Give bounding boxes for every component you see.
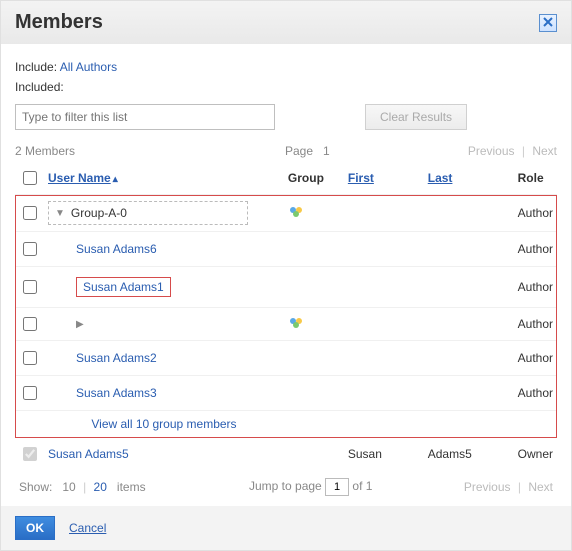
show-label: Show: xyxy=(19,480,52,494)
col-role: Role xyxy=(514,162,557,195)
col-user-name-link[interactable]: User Name xyxy=(48,171,111,185)
dialog-content: Include: All Authors Included: Clear Res… xyxy=(1,44,571,506)
role-cell: Author xyxy=(514,308,557,341)
first-cell: Susan xyxy=(344,438,424,471)
row-checkbox[interactable] xyxy=(23,206,37,220)
pager-previous-bottom: Previous xyxy=(464,480,511,494)
row-checkbox[interactable] xyxy=(23,386,37,400)
pager-sep: | xyxy=(522,144,525,158)
group-icon xyxy=(288,208,304,222)
table-row: ▼ Group-A-0 Author xyxy=(15,195,557,232)
include-line: Include: All Authors xyxy=(15,60,557,74)
role-cell: Author xyxy=(514,376,557,411)
page-value: 1 xyxy=(323,144,330,158)
table-row: View all 10 group members xyxy=(15,411,557,438)
close-icon xyxy=(543,16,553,30)
items-label: items xyxy=(117,480,146,494)
row-checkbox[interactable] xyxy=(23,351,37,365)
meta-row: 2 Members Page 1 Previous | Next xyxy=(15,144,557,158)
clear-results-button: Clear Results xyxy=(365,104,467,130)
table-row: Susan Adams3 Author xyxy=(15,376,557,411)
row-checkbox[interactable] xyxy=(23,280,37,294)
included-line: Included: xyxy=(15,80,557,94)
member-count: 2 Members xyxy=(15,144,285,158)
page-size-20[interactable]: 20 xyxy=(94,480,107,494)
filter-row: Clear Results xyxy=(15,104,557,130)
row-checkbox[interactable] xyxy=(23,242,37,256)
role-cell: Author xyxy=(514,267,557,308)
member-link[interactable]: Susan Adams2 xyxy=(76,351,157,365)
pager-next-top: Next xyxy=(532,144,557,158)
group-name: Group-A-0 xyxy=(71,206,127,220)
collapsed-group-row[interactable]: ▶ xyxy=(48,315,248,334)
col-first[interactable]: First xyxy=(344,162,424,195)
select-all-header xyxy=(15,162,44,195)
pager-previous-top: Previous xyxy=(468,144,515,158)
page-size-10[interactable]: 10 xyxy=(62,480,75,494)
expand-down-icon[interactable]: ▼ xyxy=(55,208,65,219)
row-checkbox xyxy=(23,447,37,461)
members-dialog: Members Include: All Authors Included: C… xyxy=(0,0,572,551)
row-checkbox[interactable] xyxy=(23,317,37,331)
pager-next-bottom: Next xyxy=(528,480,553,494)
jump-of: of 1 xyxy=(352,479,372,493)
jump-page-input[interactable] xyxy=(325,478,349,496)
member-link[interactable]: Susan Adams6 xyxy=(76,242,157,256)
include-value[interactable]: All Authors xyxy=(60,60,117,74)
col-user-name[interactable]: User Name▴ xyxy=(44,162,284,195)
table-row: Susan Adams6 Author xyxy=(15,232,557,267)
header-row: User Name▴ Group First Last Role xyxy=(15,162,557,195)
table-row: ▶ Author xyxy=(15,308,557,341)
table-row: Susan Adams2 Author xyxy=(15,341,557,376)
role-cell: Author xyxy=(514,341,557,376)
highlighted-group-region: ▼ Group-A-0 Author Susan A xyxy=(15,195,557,438)
view-all-link[interactable]: View all 10 group members xyxy=(91,417,236,431)
page-label: Page xyxy=(285,144,313,158)
ok-button[interactable]: OK xyxy=(15,516,55,540)
group-icon xyxy=(288,319,304,333)
cancel-link[interactable]: Cancel xyxy=(69,521,106,535)
role-cell: Owner xyxy=(514,438,557,471)
col-first-link[interactable]: First xyxy=(348,171,374,185)
sort-asc-icon: ▴ xyxy=(113,174,118,185)
member-link[interactable]: Susan Adams1 xyxy=(83,280,164,294)
member-link[interactable]: Susan Adams5 xyxy=(48,447,129,461)
button-bar: OK Cancel xyxy=(1,506,571,550)
members-table: User Name▴ Group First Last Role ▼ xyxy=(15,162,557,470)
last-cell: Adams5 xyxy=(424,438,514,471)
member-link[interactable]: Susan Adams3 xyxy=(76,386,157,400)
close-button[interactable] xyxy=(539,14,557,32)
table-row: Susan Adams5 Susan Adams5 Owner xyxy=(15,438,557,471)
jump-label: Jump to page xyxy=(249,479,322,493)
expand-right-icon[interactable]: ▶ xyxy=(76,319,84,330)
filter-input[interactable] xyxy=(15,104,275,130)
col-last-link[interactable]: Last xyxy=(428,171,453,185)
col-group: Group xyxy=(284,162,344,195)
role-cell: Author xyxy=(514,232,557,267)
select-all-checkbox[interactable] xyxy=(23,171,37,185)
col-last[interactable]: Last xyxy=(424,162,514,195)
group-row[interactable]: ▼ Group-A-0 xyxy=(48,201,248,225)
role-cell: Author xyxy=(514,195,557,232)
titlebar: Members xyxy=(1,1,571,44)
highlighted-member: Susan Adams1 xyxy=(76,277,171,297)
dialog-title: Members xyxy=(15,11,103,34)
table-row: Susan Adams1 Author xyxy=(15,267,557,308)
table-footer: Show: 10 | 20 items Jump to page of 1 Pr… xyxy=(15,470,557,496)
include-label: Include: xyxy=(15,60,57,74)
included-label: Included: xyxy=(15,80,64,94)
